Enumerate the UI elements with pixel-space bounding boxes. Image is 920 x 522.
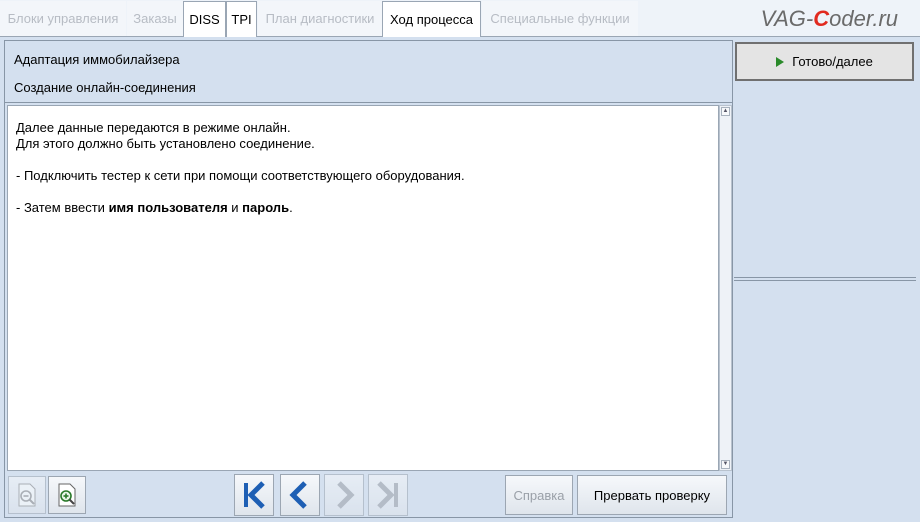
- side-divider: [734, 280, 916, 281]
- procedure-title: Адаптация иммобилайзера: [14, 52, 180, 67]
- zoom-out-button[interactable]: [8, 476, 46, 514]
- side-panel: Готово/далее: [734, 40, 916, 518]
- zoom-in-button[interactable]: [48, 476, 86, 514]
- tab-process[interactable]: Ход процесса: [382, 1, 481, 37]
- tab-bar: Блоки управления Заказы DISS TPI План ди…: [0, 0, 920, 37]
- vertical-scrollbar[interactable]: ▲ ▼: [719, 105, 732, 471]
- procedure-subtitle: Создание онлайн-соединения: [14, 80, 196, 95]
- first-page-icon: [244, 481, 265, 509]
- procedure-header: Адаптация иммобилайзера Создание онлайн-…: [5, 41, 732, 103]
- zoom-out-icon: [18, 483, 36, 507]
- tab-orders[interactable]: Заказы: [127, 1, 183, 36]
- username-keyword: имя пользователя: [108, 200, 228, 215]
- done-next-label: Готово/далее: [792, 54, 873, 69]
- done-next-button[interactable]: Готово/далее: [735, 42, 914, 81]
- main-panel: Адаптация иммобилайзера Создание онлайн-…: [4, 40, 733, 518]
- side-divider: [734, 277, 916, 278]
- instruction-line: - Подключить тестер к сети при помощи со…: [16, 168, 465, 183]
- previous-button[interactable]: [280, 474, 320, 516]
- scroll-down-arrow-icon[interactable]: ▼: [721, 460, 730, 469]
- instruction-line: Далее данные передаются в режиме онлайн.: [16, 120, 291, 135]
- help-button[interactable]: Справка: [505, 475, 573, 515]
- instruction-text-area: Далее данные передаются в режиме онлайн.…: [7, 105, 719, 471]
- abort-check-button[interactable]: Прервать проверку: [577, 475, 727, 515]
- zoom-in-icon: [58, 483, 76, 507]
- next-button[interactable]: [324, 474, 364, 516]
- previous-icon: [289, 481, 307, 509]
- password-keyword: пароль: [242, 200, 290, 215]
- last-page-button[interactable]: [368, 474, 408, 516]
- scroll-up-arrow-icon[interactable]: ▲: [721, 107, 730, 116]
- tab-diagnostic-plan[interactable]: План диагностики: [258, 1, 382, 36]
- instruction-line: - Затем ввести имя пользователя и пароль…: [16, 200, 293, 215]
- play-icon: [776, 56, 785, 67]
- instruction-line: Для этого должно быть установлено соедин…: [16, 136, 315, 151]
- next-icon: [337, 481, 355, 509]
- tab-tpi[interactable]: TPI: [226, 1, 257, 37]
- tab-special-functions[interactable]: Специальные функции: [482, 1, 638, 36]
- tab-diss[interactable]: DISS: [183, 1, 226, 37]
- watermark-logo: VAG-Coder.ru: [760, 6, 898, 31]
- tab-control-units[interactable]: Блоки управления: [0, 1, 126, 36]
- first-page-button[interactable]: [234, 474, 274, 516]
- last-page-icon: [377, 481, 398, 509]
